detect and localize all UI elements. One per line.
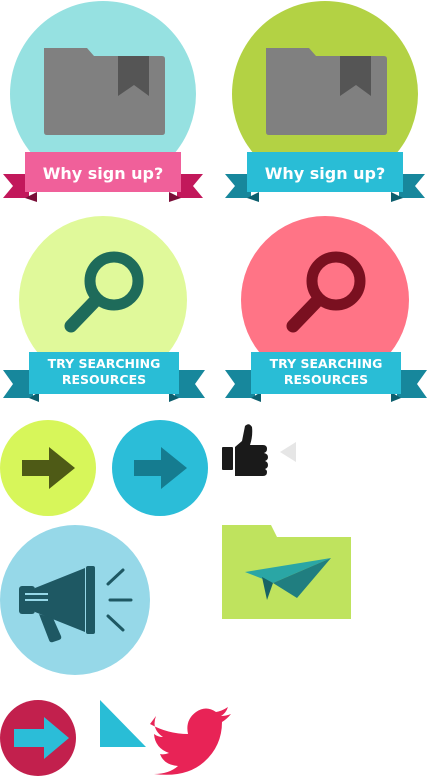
badge-label: Why sign up? <box>43 164 164 183</box>
badge-label: Why sign up? <box>265 164 386 183</box>
why-sign-up-badge-green[interactable]: Why sign up? <box>225 1 425 202</box>
paper-plane-folder[interactable] <box>222 525 351 619</box>
try-searching-badge-yellow[interactable]: TRY SEARCHING RESOURCES <box>3 216 205 402</box>
badge-label-line2: RESOURCES <box>62 372 146 387</box>
pointer-triangle-icon <box>280 442 296 462</box>
folder-bookmark-icon <box>44 48 165 135</box>
try-searching-badge-pink[interactable]: TRY SEARCHING RESOURCES <box>225 216 427 402</box>
arrow-button-crimson[interactable] <box>0 700 76 776</box>
twitter-bird-icon[interactable] <box>150 707 231 775</box>
arrow-button-blue[interactable] <box>112 420 208 516</box>
sprite-sheet: Why sign up? Why sign up? TRY SEARCHING … <box>0 1 427 776</box>
megaphone-button[interactable] <box>0 525 150 675</box>
arrow-button-lime[interactable] <box>0 420 96 516</box>
why-sign-up-badge-teal[interactable]: Why sign up? <box>3 1 203 202</box>
folder-bookmark-icon <box>266 48 387 135</box>
thumbs-up-icon[interactable] <box>222 424 268 476</box>
badge-label-line1: TRY SEARCHING <box>270 356 383 371</box>
triangle-icon <box>100 700 146 747</box>
badge-label-line1: TRY SEARCHING <box>48 356 161 371</box>
badge-label-line2: RESOURCES <box>284 372 368 387</box>
